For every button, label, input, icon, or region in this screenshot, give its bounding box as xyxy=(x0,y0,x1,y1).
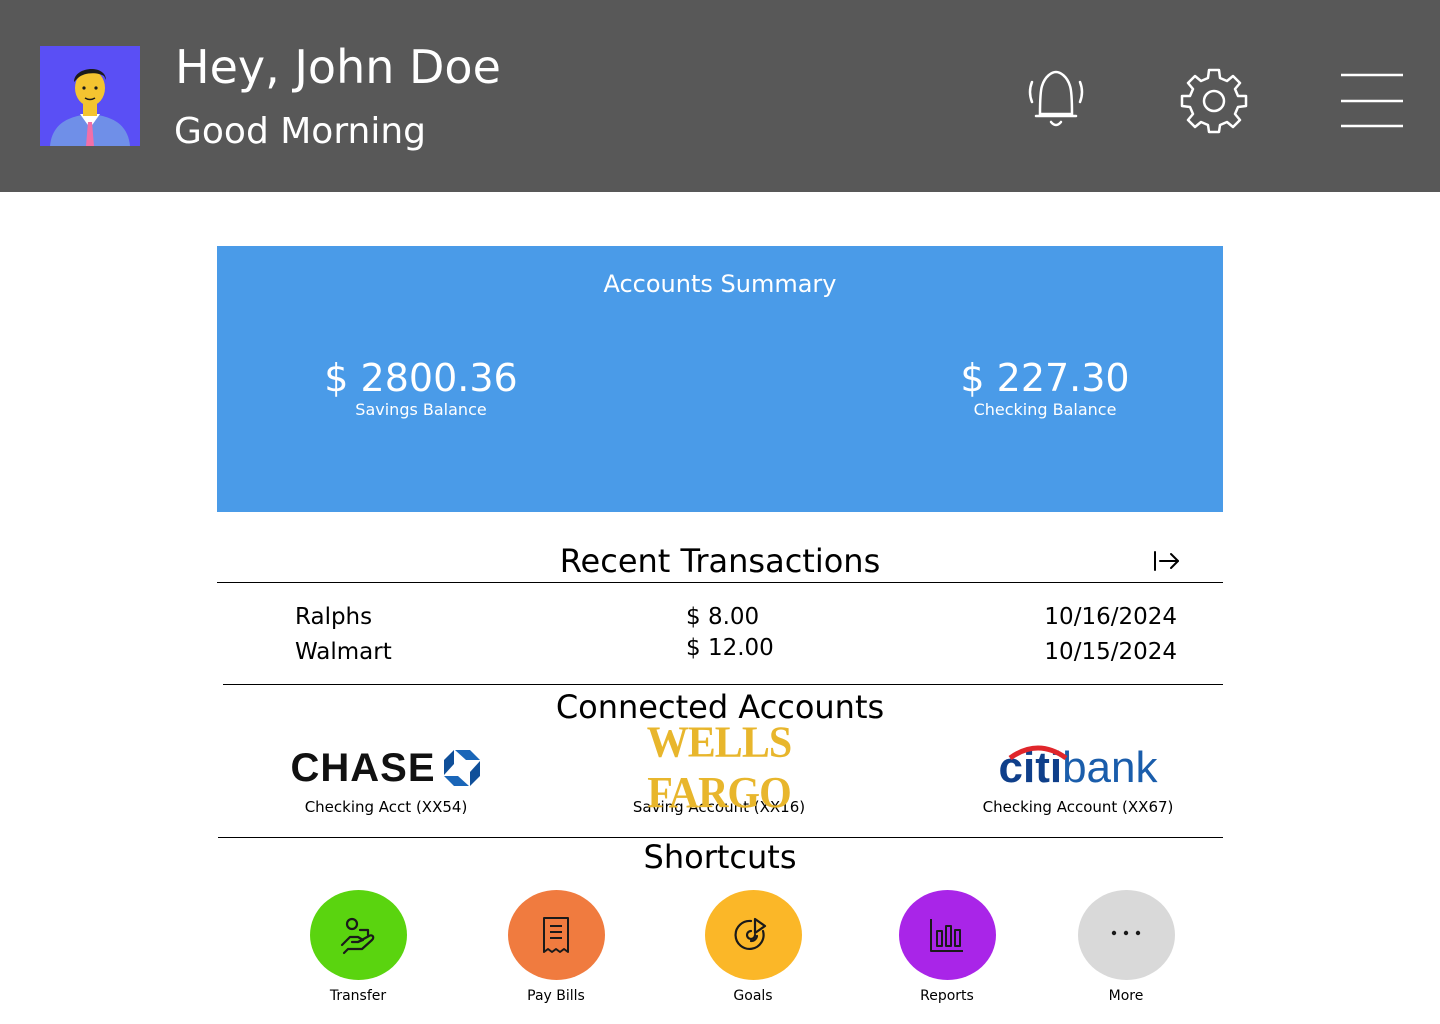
shortcut-circle xyxy=(309,890,407,980)
greeting-title: Hey, John Doe xyxy=(175,40,501,94)
settings-button[interactable] xyxy=(1178,64,1250,136)
accounts-summary-card[interactable]: Accounts Summary $ 2800.36 Savings Balan… xyxy=(217,246,1223,512)
shortcut-goals[interactable]: Goals xyxy=(688,890,818,1004)
more-dots-icon xyxy=(1111,930,1141,936)
savings-balance-amount: $ 2800.36 xyxy=(324,356,518,400)
greeting-subtitle: Good Morning xyxy=(174,111,426,152)
savings-balance-label: Savings Balance xyxy=(355,400,487,419)
shortcuts-title: Shortcuts xyxy=(643,838,797,876)
view-all-transactions-button[interactable] xyxy=(1152,548,1182,574)
shortcut-circle xyxy=(704,890,802,980)
shortcut-pay-bills[interactable]: Pay Bills xyxy=(491,890,621,1004)
shortcut-label: Pay Bills xyxy=(527,988,585,1004)
citi-arc-icon xyxy=(1008,745,1068,760)
transaction-amount: $ 8.00 xyxy=(686,604,760,630)
chase-octagon-icon xyxy=(443,750,480,786)
recent-transactions-title: Recent Transactions xyxy=(559,542,881,580)
divider xyxy=(217,582,1223,583)
shortcut-label: Transfer xyxy=(329,988,387,1004)
receipt-icon xyxy=(543,917,569,953)
connected-account-wells-fargo[interactable]: WELLS FARGO Saving Account (XX16) xyxy=(589,719,849,818)
connected-account-citibank[interactable]: citibank Checking Account (XX67) xyxy=(948,742,1208,816)
shortcut-label: More xyxy=(1108,988,1144,1004)
shortcut-circle xyxy=(1077,890,1175,980)
transaction-amount: $ 12.00 xyxy=(686,635,774,661)
checking-balance-label: Checking Balance xyxy=(973,400,1117,419)
shortcut-more[interactable]: More xyxy=(1061,890,1191,1004)
transaction-merchant: Ralphs xyxy=(295,604,373,630)
hand-coin-icon xyxy=(340,917,375,955)
chase-logo: CHASE xyxy=(256,742,516,794)
checking-balance: $ 227.30 Checking Balance xyxy=(945,356,1145,419)
checking-balance-amount: $ 227.30 xyxy=(960,356,1130,400)
transaction-row[interactable]: Walmart $ 12.00 10/15/2024 xyxy=(217,635,1223,669)
hamburger-menu-button[interactable] xyxy=(1336,72,1408,130)
app-header: Hey, John Doe Good Morning xyxy=(0,0,1440,192)
divider xyxy=(223,684,1223,685)
wells-fargo-logo: WELLS FARGO xyxy=(589,719,849,818)
shortcut-transfer[interactable]: Transfer xyxy=(293,890,423,1004)
bell-icon xyxy=(1028,70,1084,127)
arrow-right-to-icon xyxy=(1154,551,1179,571)
avatar[interactable] xyxy=(40,46,140,146)
transaction-date: 10/16/2024 xyxy=(1044,604,1177,630)
shortcut-circle xyxy=(507,890,605,980)
shortcut-label: Reports xyxy=(920,988,974,1004)
savings-balance: $ 2800.36 Savings Balance xyxy=(321,356,521,419)
bar-chart-icon xyxy=(930,919,963,952)
accounts-summary-title: Accounts Summary xyxy=(603,270,837,298)
chase-logo-text: CHASE xyxy=(290,745,436,790)
notifications-button[interactable] xyxy=(1020,64,1092,136)
citibank-logo: citibank xyxy=(948,742,1208,794)
shortcut-reports[interactable]: Reports xyxy=(882,890,1012,1004)
user-avatar-icon xyxy=(40,46,140,146)
account-label: Checking Account (XX67) xyxy=(982,798,1174,816)
wells-fargo-logo-text: WELLS FARGO xyxy=(646,718,792,818)
shortcut-label: Goals xyxy=(733,988,773,1004)
connected-account-chase[interactable]: CHASE Checking Acct (XX54) xyxy=(256,742,516,816)
hamburger-menu-icon xyxy=(1341,73,1403,128)
transaction-row[interactable]: Ralphs $ 8.00 10/16/2024 xyxy=(217,604,1223,634)
shortcut-circle xyxy=(898,890,996,980)
transaction-date: 10/15/2024 xyxy=(1044,639,1177,665)
account-label: Checking Acct (XX54) xyxy=(304,798,468,816)
target-icon xyxy=(734,917,767,950)
transaction-merchant: Walmart xyxy=(295,639,392,665)
gear-icon xyxy=(1180,68,1248,134)
